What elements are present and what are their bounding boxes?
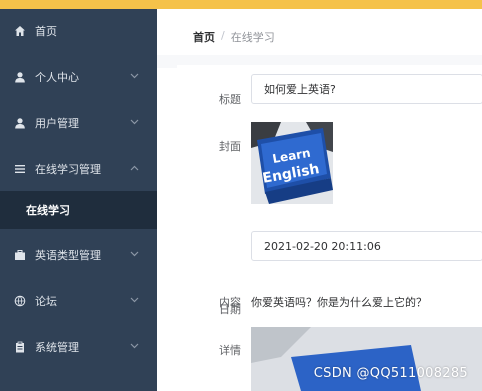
chevron-down-icon (128, 250, 140, 260)
chevron-down-icon (128, 342, 140, 352)
sidebar-item-system-management[interactable]: 系统管理 (0, 327, 157, 367)
breadcrumb-separator: / (221, 29, 225, 42)
cover-image: Learn English (251, 122, 333, 204)
sidebar-item-personal-center[interactable]: 个人中心 (0, 57, 157, 97)
sidebar: 首页 个人中心 用户管理 在线学习管理 在线学习 英语类型管理 论坛 系统管理 (0, 9, 157, 391)
sidebar-item-home[interactable]: 首页 (0, 11, 157, 51)
sidebar-subitem-online-learning[interactable]: 在线学习 (0, 191, 157, 229)
content-value: 你爱英语吗？你是为什么爱上它的？ (251, 296, 427, 309)
globe-icon (13, 294, 27, 308)
breadcrumb-home-link[interactable]: 首页 (193, 29, 215, 45)
title-label: 标题 (219, 93, 241, 106)
home-icon (13, 24, 27, 38)
sidebar-subitem-label: 在线学习 (26, 204, 70, 217)
sidebar-item-online-learning-management[interactable]: 在线学习管理 (0, 149, 157, 189)
user-icon (13, 116, 27, 130)
sidebar-item-label: 论坛 (35, 295, 57, 308)
cover-keyboard-illustration: Learn English (251, 122, 333, 204)
watermark: CSDN @QQ511008285 (313, 366, 468, 381)
sidebar-item-label: 用户管理 (35, 117, 79, 130)
user-icon (13, 70, 27, 84)
clipboard-icon (13, 340, 27, 354)
content-label: 内容 (219, 296, 241, 309)
chevron-down-icon (128, 118, 140, 128)
sidebar-item-label: 在线学习管理 (35, 163, 101, 176)
top-header-strip (0, 0, 482, 9)
sidebar-item-label: 英语类型管理 (35, 249, 101, 262)
sidebar-item-user-management[interactable]: 用户管理 (0, 103, 157, 143)
date-field[interactable]: 2021-02-20 20:11:06 (251, 231, 482, 261)
briefcase-icon (13, 248, 27, 262)
title-field[interactable]: 如何爱上英语? (251, 74, 482, 104)
detail-image (251, 327, 482, 391)
breadcrumb: 首页 / 在线学习 (193, 29, 275, 45)
list-icon (13, 162, 27, 176)
sidebar-item-english-type-management[interactable]: 英语类型管理 (0, 235, 157, 275)
sidebar-item-forum[interactable]: 论坛 (0, 281, 157, 321)
chevron-down-icon (128, 296, 140, 306)
main-content: 首页 / 在线学习 标题 如何爱上英语? 封面 Learn English 日期… (157, 9, 482, 391)
detail-label: 详情 (219, 344, 241, 357)
chevron-down-icon (128, 72, 140, 82)
chevron-up-icon (128, 164, 140, 174)
detail-form: 标题 如何爱上英语? 封面 Learn English 日期 2021-02-2… (177, 65, 482, 391)
detail-keyboard-illustration (251, 327, 482, 391)
cover-label: 封面 (219, 140, 241, 153)
breadcrumb-current: 在线学习 (230, 31, 275, 44)
sidebar-item-label: 首页 (35, 25, 57, 38)
sidebar-item-label: 系统管理 (35, 341, 79, 354)
sidebar-item-label: 个人中心 (35, 71, 79, 84)
